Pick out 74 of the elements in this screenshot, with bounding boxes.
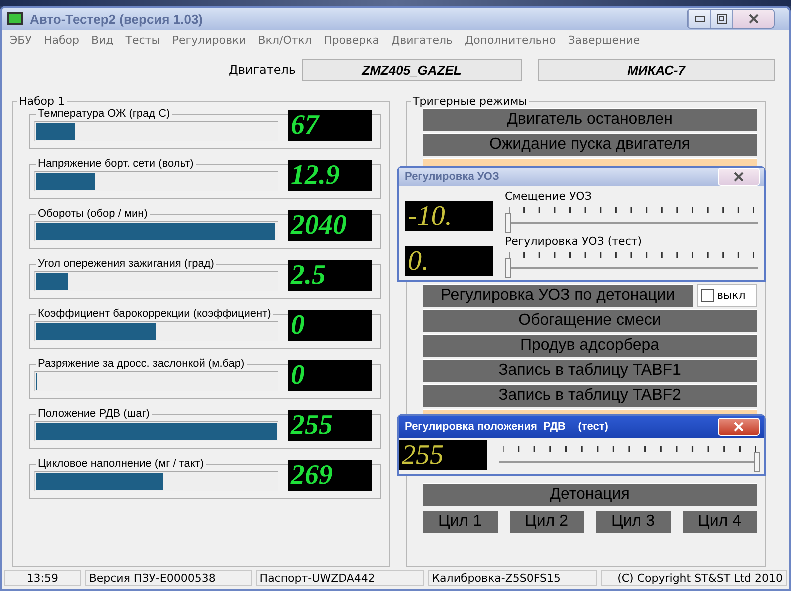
menu-item[interactable]: Двигатель — [392, 34, 453, 48]
value-display: -10. — [405, 201, 493, 231]
value-display: 12.9 — [288, 160, 372, 191]
maximize-icon — [716, 14, 726, 24]
dialog-title: Регулировка УОЗ — [405, 171, 500, 183]
menu-item[interactable]: Регулировки — [172, 34, 246, 48]
close-icon — [748, 14, 760, 24]
status-cell: 13:59 — [4, 570, 82, 586]
slider-label: Регулировка УОЗ (тест) — [505, 235, 644, 248]
cylinder-indicator: Цил 3 — [596, 511, 670, 533]
checkbox-label: выкл — [717, 289, 746, 302]
sensor-label: Напряжение борт. сети (вольт) — [37, 158, 195, 170]
controller-field: МИКАС-7 — [538, 59, 775, 81]
sensor-label: Угол опережения зажигания (град) — [37, 258, 216, 270]
engine-label: Двигатель — [228, 63, 296, 77]
status-cell: (C) Copyright ST&ST Ltd 2010 — [600, 570, 787, 586]
sensor-label: Коэффициент барокоррекции (коэффициент) — [37, 308, 272, 320]
mode-indicator: Двигатель остановлен — [423, 108, 757, 131]
slider[interactable] — [499, 444, 760, 470]
status-cell: Версия ПЗУ-E0000538 — [85, 570, 252, 586]
group-title: Набор 1 — [18, 95, 66, 108]
close-icon — [733, 172, 745, 182]
sensor-label: Температура ОЖ (град С) — [37, 108, 172, 120]
checkbox[interactable] — [701, 289, 714, 302]
slider-thumb[interactable] — [754, 452, 760, 472]
mode-indicator: Запись в таблицу TABF2 — [423, 384, 757, 407]
value-display: 2040 — [288, 210, 372, 241]
mode-indicator: Детонация — [423, 483, 757, 506]
window-title: Авто-Тестер2 (версия 1.03) — [30, 12, 204, 26]
menu-item[interactable]: Вид — [91, 34, 114, 48]
minimize-icon — [694, 16, 704, 22]
close-button[interactable] — [732, 10, 774, 28]
value-display: 0. — [405, 246, 493, 276]
value-display: 255 — [288, 410, 372, 441]
close-icon — [733, 422, 745, 432]
mode-indicator: Обогащение смеси — [423, 309, 757, 332]
slider-label: Смещение УОЗ — [505, 190, 593, 203]
mode-indicator: Запись в таблицу TABF1 — [423, 359, 757, 382]
menu-item[interactable]: Завершение — [568, 34, 640, 48]
cylinder-indicator: Цил 2 — [510, 511, 584, 533]
value-display: 2.5 — [288, 260, 372, 291]
sensor-label: Положение РДВ (шаг) — [37, 408, 151, 420]
slider[interactable] — [505, 250, 758, 276]
menu-item[interactable]: ЭБУ — [10, 34, 32, 48]
dialog-title: Регулировка положения РДВ (тест) — [405, 421, 610, 433]
menu-item[interactable]: Дополнительно — [464, 34, 556, 48]
off-checkbox[interactable]: выкл — [697, 284, 757, 307]
menu-item[interactable]: Набор — [44, 34, 80, 48]
slider-thumb[interactable] — [505, 258, 511, 278]
value-display: 0 — [288, 360, 372, 391]
engine-model-field: ZMZ405_GAZEL — [302, 59, 522, 81]
sensor-label: Разряжение за дросс. заслонкой (м.бар) — [37, 358, 246, 370]
group-title: Тригерные режимы — [412, 95, 528, 108]
maximize-button[interactable] — [710, 10, 732, 28]
value-display: 67 — [288, 110, 372, 141]
mode-indicator: Ожидание пуска двигателя — [423, 133, 757, 156]
value-display: 0 — [288, 310, 372, 341]
status-cell: Калибровка-Z5S0FS15 — [428, 570, 597, 586]
value-display: 269 — [288, 460, 372, 491]
sensor-label: Обороты (обор / мин) — [37, 208, 149, 220]
mode-indicator: Регулировка УОЗ по детонации — [423, 284, 693, 307]
sensor-label: Цикловое наполнение (мг / такт) — [37, 458, 205, 470]
slider[interactable] — [505, 205, 758, 231]
monitor-icon — [6, 11, 24, 27]
menu-item[interactable]: Проверка — [324, 34, 380, 48]
value-display: 255 — [399, 440, 487, 470]
slider-thumb[interactable] — [505, 213, 511, 233]
mode-indicator: Продув адсорбера — [423, 334, 757, 357]
status-cell: Паспорт-UWZDA442 — [256, 570, 424, 586]
cylinder-indicator: Цил 1 — [423, 511, 498, 533]
menu-item[interactable]: Тесты — [126, 34, 160, 48]
cylinder-indicator: Цил 4 — [682, 511, 757, 533]
menu-item[interactable]: Вкл/Откл — [258, 34, 312, 48]
minimize-button[interactable] — [688, 10, 710, 28]
